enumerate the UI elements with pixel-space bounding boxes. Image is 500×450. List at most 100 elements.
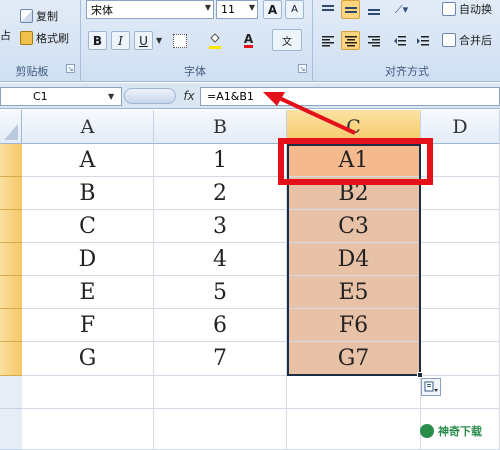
chevron-down-icon[interactable]: ▼ xyxy=(108,92,114,101)
ribbon-divider xyxy=(312,0,313,82)
format-painter-button[interactable]: 格式刷 xyxy=(20,29,69,47)
cell-a3[interactable]: C xyxy=(22,210,154,243)
select-all-corner[interactable] xyxy=(0,110,22,144)
decrease-indent-button[interactable] xyxy=(390,31,409,50)
bold-icon: B xyxy=(92,33,103,48)
cell-b3[interactable]: 3 xyxy=(154,210,287,243)
cell-value: D4 xyxy=(337,246,370,272)
row-header[interactable] xyxy=(0,342,22,376)
cell-value: 7 xyxy=(213,346,227,371)
font-name-value: 宋体 xyxy=(91,3,113,17)
auto-fill-options-button[interactable] xyxy=(421,378,441,396)
cell-a8[interactable] xyxy=(22,376,154,409)
row-header[interactable] xyxy=(0,210,22,243)
orientation-button[interactable]: ⟋▾ xyxy=(392,0,411,19)
font-color-icon: A xyxy=(243,32,254,48)
cell-c9[interactable] xyxy=(287,409,421,450)
cell-a9[interactable] xyxy=(22,409,154,450)
decrease-indent-icon xyxy=(393,35,406,45)
cell-c6[interactable]: F6 xyxy=(287,309,421,342)
cell-b9[interactable] xyxy=(154,409,287,450)
fill-color-button[interactable] xyxy=(205,31,224,50)
shrink-font-button[interactable]: A xyxy=(285,0,304,19)
cell-value: 2 xyxy=(213,180,227,206)
cell-a6[interactable]: F xyxy=(22,309,154,342)
align-bottom-button[interactable] xyxy=(364,0,383,19)
align-center-button[interactable] xyxy=(341,31,360,50)
cell-b7[interactable]: 7 xyxy=(154,342,287,376)
cell-value: A xyxy=(79,147,96,173)
row-header[interactable] xyxy=(0,177,22,210)
align-center-icon xyxy=(344,35,357,46)
cell-a7[interactable]: G xyxy=(22,342,154,376)
ribbon-divider xyxy=(80,0,81,82)
cell-d7[interactable] xyxy=(421,342,500,376)
cell-d3[interactable] xyxy=(421,210,500,243)
font-color-button[interactable]: A xyxy=(239,31,258,50)
cell-b2[interactable]: 2 xyxy=(154,177,287,210)
align-middle-button[interactable] xyxy=(341,0,360,19)
name-box[interactable]: C1 xyxy=(0,87,122,106)
borders-button[interactable] xyxy=(170,31,189,50)
underline-button[interactable]: U xyxy=(134,31,153,50)
column-header-a[interactable]: A xyxy=(22,110,154,144)
font-size-combo[interactable]: 11 ▼ xyxy=(216,0,258,19)
align-right-button[interactable] xyxy=(364,31,383,50)
bold-button[interactable]: B xyxy=(88,31,107,50)
copy-button[interactable]: 复制 xyxy=(20,7,58,25)
grow-font-button[interactable]: A xyxy=(263,0,282,19)
row-header[interactable] xyxy=(0,276,22,309)
row-header[interactable] xyxy=(0,376,22,409)
clipboard-dialog-launcher[interactable]: ↘ xyxy=(66,64,75,73)
align-top-button[interactable] xyxy=(318,0,337,19)
row-header[interactable] xyxy=(0,144,22,177)
phonetic-icon: 文 xyxy=(282,36,292,48)
italic-button[interactable]: I xyxy=(111,31,130,50)
align-left-button[interactable] xyxy=(318,31,337,50)
font-dialog-launcher[interactable]: ↘ xyxy=(298,64,307,73)
cell-c4[interactable]: D4 xyxy=(287,243,421,276)
formula-bar-splitter[interactable] xyxy=(124,88,176,104)
italic-icon: I xyxy=(118,33,123,48)
watermark: 神奇下载 xyxy=(420,418,498,444)
row-header[interactable] xyxy=(0,309,22,342)
insert-function-button[interactable]: fx xyxy=(178,86,200,106)
increase-indent-button[interactable] xyxy=(413,31,432,50)
cell-value: D xyxy=(78,246,97,272)
cell-a5[interactable]: E xyxy=(22,276,154,309)
wrap-text-button[interactable]: 自动换 xyxy=(442,0,492,18)
chevron-down-icon[interactable]: ▼ xyxy=(156,36,162,45)
cell-a1[interactable]: A xyxy=(22,144,154,177)
fill-color-icon xyxy=(208,32,221,49)
format-painter-label: 格式刷 xyxy=(36,32,69,45)
cell-b6[interactable]: 6 xyxy=(154,309,287,342)
cell-value: C3 xyxy=(338,213,369,239)
cell-c8[interactable] xyxy=(287,376,421,409)
cell-b1[interactable]: 1 xyxy=(154,144,287,177)
annotation-arrow-icon xyxy=(263,92,356,135)
align-left-icon xyxy=(321,35,334,46)
cell-a4[interactable]: D xyxy=(22,243,154,276)
cell-b8[interactable] xyxy=(154,376,287,409)
column-label: D xyxy=(452,115,468,138)
cell-a2[interactable]: B xyxy=(22,177,154,210)
phonetic-button[interactable]: 文 xyxy=(272,29,302,51)
cell-c7[interactable]: G7 xyxy=(287,342,421,376)
cell-d5[interactable] xyxy=(421,276,500,309)
cell-d6[interactable] xyxy=(421,309,500,342)
row-header[interactable] xyxy=(0,243,22,276)
cell-b4[interactable]: 4 xyxy=(154,243,287,276)
cell-b5[interactable]: 5 xyxy=(154,276,287,309)
cell-d4[interactable] xyxy=(421,243,500,276)
cell-c5[interactable]: E5 xyxy=(287,276,421,309)
align-bottom-icon xyxy=(367,8,380,15)
cell-value: C xyxy=(79,213,96,239)
paste-button-fragment[interactable]: 占 xyxy=(0,26,11,44)
font-group-label: 字体 xyxy=(184,65,206,78)
merge-center-button[interactable]: 合并后 xyxy=(442,31,492,49)
cell-c3[interactable]: C3 xyxy=(287,210,421,243)
cell-value: 1 xyxy=(213,147,227,173)
font-name-combo[interactable]: 宋体 ▼ xyxy=(86,0,214,19)
row-header[interactable] xyxy=(0,409,22,450)
formula-text: =A1&B1 xyxy=(207,90,254,103)
